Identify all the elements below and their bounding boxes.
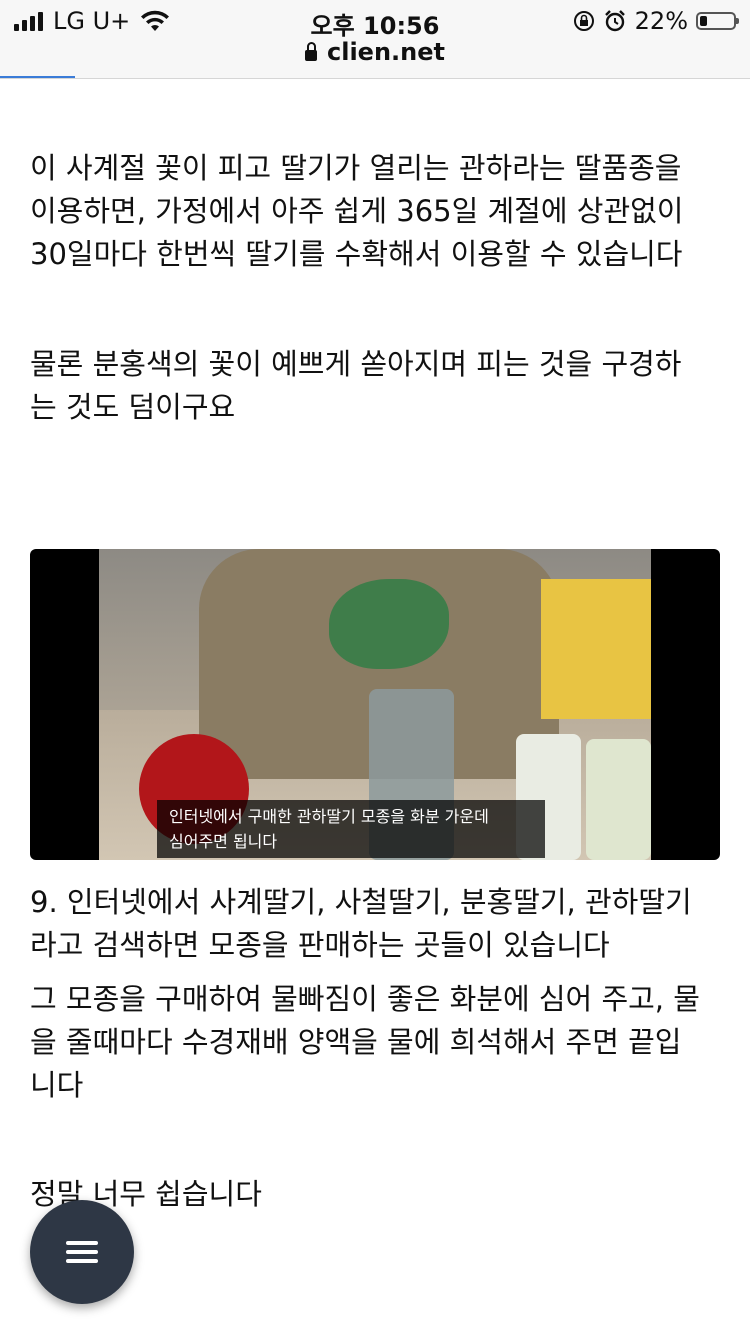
battery-icon xyxy=(696,12,739,30)
article-paragraph-5: 정말 너무 쉽습니다 xyxy=(30,1177,262,1211)
page-load-progress-bar xyxy=(0,76,75,78)
alarm-icon xyxy=(604,10,625,32)
battery-level-fill xyxy=(700,16,707,26)
status-right: 22% xyxy=(573,6,739,36)
address-domain: clien.net xyxy=(327,38,445,66)
browser-status-bar: LG U+ 오후 10:56 22% clien.net xyxy=(0,0,750,79)
hamburger-menu-icon xyxy=(66,1241,98,1263)
article-paragraph-4: 그 모종을 구매하여 물빠짐이 좋은 화분에 심어 주고, 물 을 줄때마다 수… xyxy=(30,982,700,1102)
article-video[interactable]: 인터넷에서 구매한 관하딸기 모종을 화분 가운데 심어주면 됩니다 xyxy=(30,549,720,860)
battery-percent: 22% xyxy=(634,7,688,35)
address-bar[interactable]: clien.net xyxy=(0,38,750,66)
article-paragraph-2: 물론 분홍색의 꽃이 예쁘게 쏟아지며 피는 것을 구경하 는 것도 덤이구요 xyxy=(30,347,682,424)
lock-icon xyxy=(305,42,317,61)
video-caption: 인터넷에서 구매한 관하딸기 모종을 화분 가운데 심어주면 됩니다 xyxy=(157,800,545,858)
article-paragraph-1: 이 사계절 꽃이 피고 딸기가 열리는 관하라는 딸품종을 이용하면, 가정에서… xyxy=(30,151,684,271)
article-paragraph-3: 9. 인터넷에서 사계딸기, 사철딸기, 분홍딸기, 관하딸기 라고 검색하면 … xyxy=(30,885,692,962)
floating-menu-button[interactable] xyxy=(30,1200,134,1304)
orientation-lock-icon xyxy=(573,11,594,31)
